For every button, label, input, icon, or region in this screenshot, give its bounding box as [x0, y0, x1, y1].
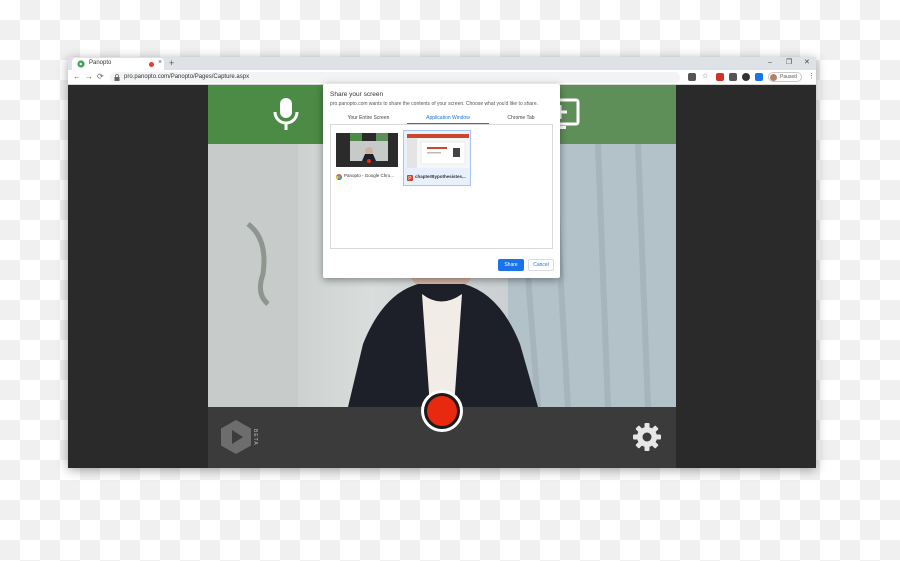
bookmark-star-icon[interactable]: ☆ — [702, 73, 710, 81]
camera-indicator-icon[interactable] — [688, 73, 696, 81]
source-item-selected[interactable]: P chapterBypothesistes... — [403, 130, 471, 186]
tab-title: Panopto — [89, 60, 112, 66]
share-tabs: Your Entire Screen Application Window Ch… — [330, 113, 553, 124]
recording-indicator-icon — [149, 62, 154, 67]
window-thumbnail — [407, 134, 469, 168]
source-list: Panopto - Google Chro... P chapterBypoth… — [330, 124, 553, 249]
extension-icon[interactable] — [755, 73, 763, 81]
microphone-icon — [273, 98, 299, 130]
avatar — [770, 74, 777, 81]
back-button[interactable]: ← — [73, 72, 81, 82]
extension-icon[interactable] — [742, 73, 750, 81]
powerpoint-icon: P — [407, 175, 413, 181]
window-thumbnail — [336, 133, 398, 167]
record-button[interactable] — [421, 390, 463, 432]
beta-label: BETA — [252, 429, 258, 446]
dialog-title: Share your screen — [330, 91, 384, 98]
source-label: Panopto - Google Chro... — [344, 173, 395, 178]
source-item[interactable]: Panopto - Google Chro... — [333, 130, 401, 186]
share-screen-dialog: Share your screen pro.panopto.com wants … — [323, 84, 560, 278]
extension-icon[interactable] — [716, 73, 724, 81]
lock-icon — [114, 74, 120, 81]
extension-icon[interactable] — [729, 73, 737, 81]
tab-application-window[interactable]: Application Window — [407, 115, 489, 121]
tab-close-button[interactable]: × — [158, 59, 162, 67]
panopto-logo-icon — [221, 420, 251, 454]
url-text: pro.panopto.com/Panopto/Pages/Capture.as… — [124, 74, 250, 80]
profile-button[interactable]: Paused — [768, 72, 802, 82]
tab-chrome-tab[interactable]: Chrome Tab — [489, 115, 553, 121]
new-tab-button[interactable]: + — [169, 57, 174, 69]
gear-icon[interactable] — [632, 422, 662, 452]
forward-button[interactable]: → — [85, 72, 93, 82]
close-window-button[interactable]: ✕ — [804, 58, 810, 68]
address-bar: ← → ⟳ pro.panopto.com/Panopto/Pages/Capt… — [68, 70, 816, 85]
url-field[interactable]: pro.panopto.com/Panopto/Pages/Capture.as… — [110, 72, 680, 83]
profile-status: Paused — [780, 74, 797, 80]
source-label: chapterBypothesistes... — [415, 174, 466, 179]
minimize-button[interactable]: – — [768, 58, 772, 68]
tab-strip: Panopto × + – ❐ ✕ — [68, 57, 816, 70]
maximize-button[interactable]: ❐ — [786, 58, 792, 68]
dialog-description: pro.panopto.com wants to share the conte… — [330, 101, 539, 107]
reload-button[interactable]: ⟳ — [97, 72, 104, 82]
record-dot-icon — [427, 396, 457, 426]
tab-entire-screen[interactable]: Your Entire Screen — [330, 115, 407, 121]
left-panel — [68, 85, 208, 468]
share-button[interactable]: Share — [498, 259, 524, 271]
right-panel — [676, 85, 816, 468]
browser-tab[interactable]: Panopto × — [72, 58, 164, 70]
browser-menu-button[interactable]: ⋮ — [808, 71, 815, 83]
cancel-button[interactable]: Cancel — [528, 259, 554, 271]
chrome-icon — [336, 174, 342, 180]
panopto-favicon-icon — [77, 60, 85, 68]
